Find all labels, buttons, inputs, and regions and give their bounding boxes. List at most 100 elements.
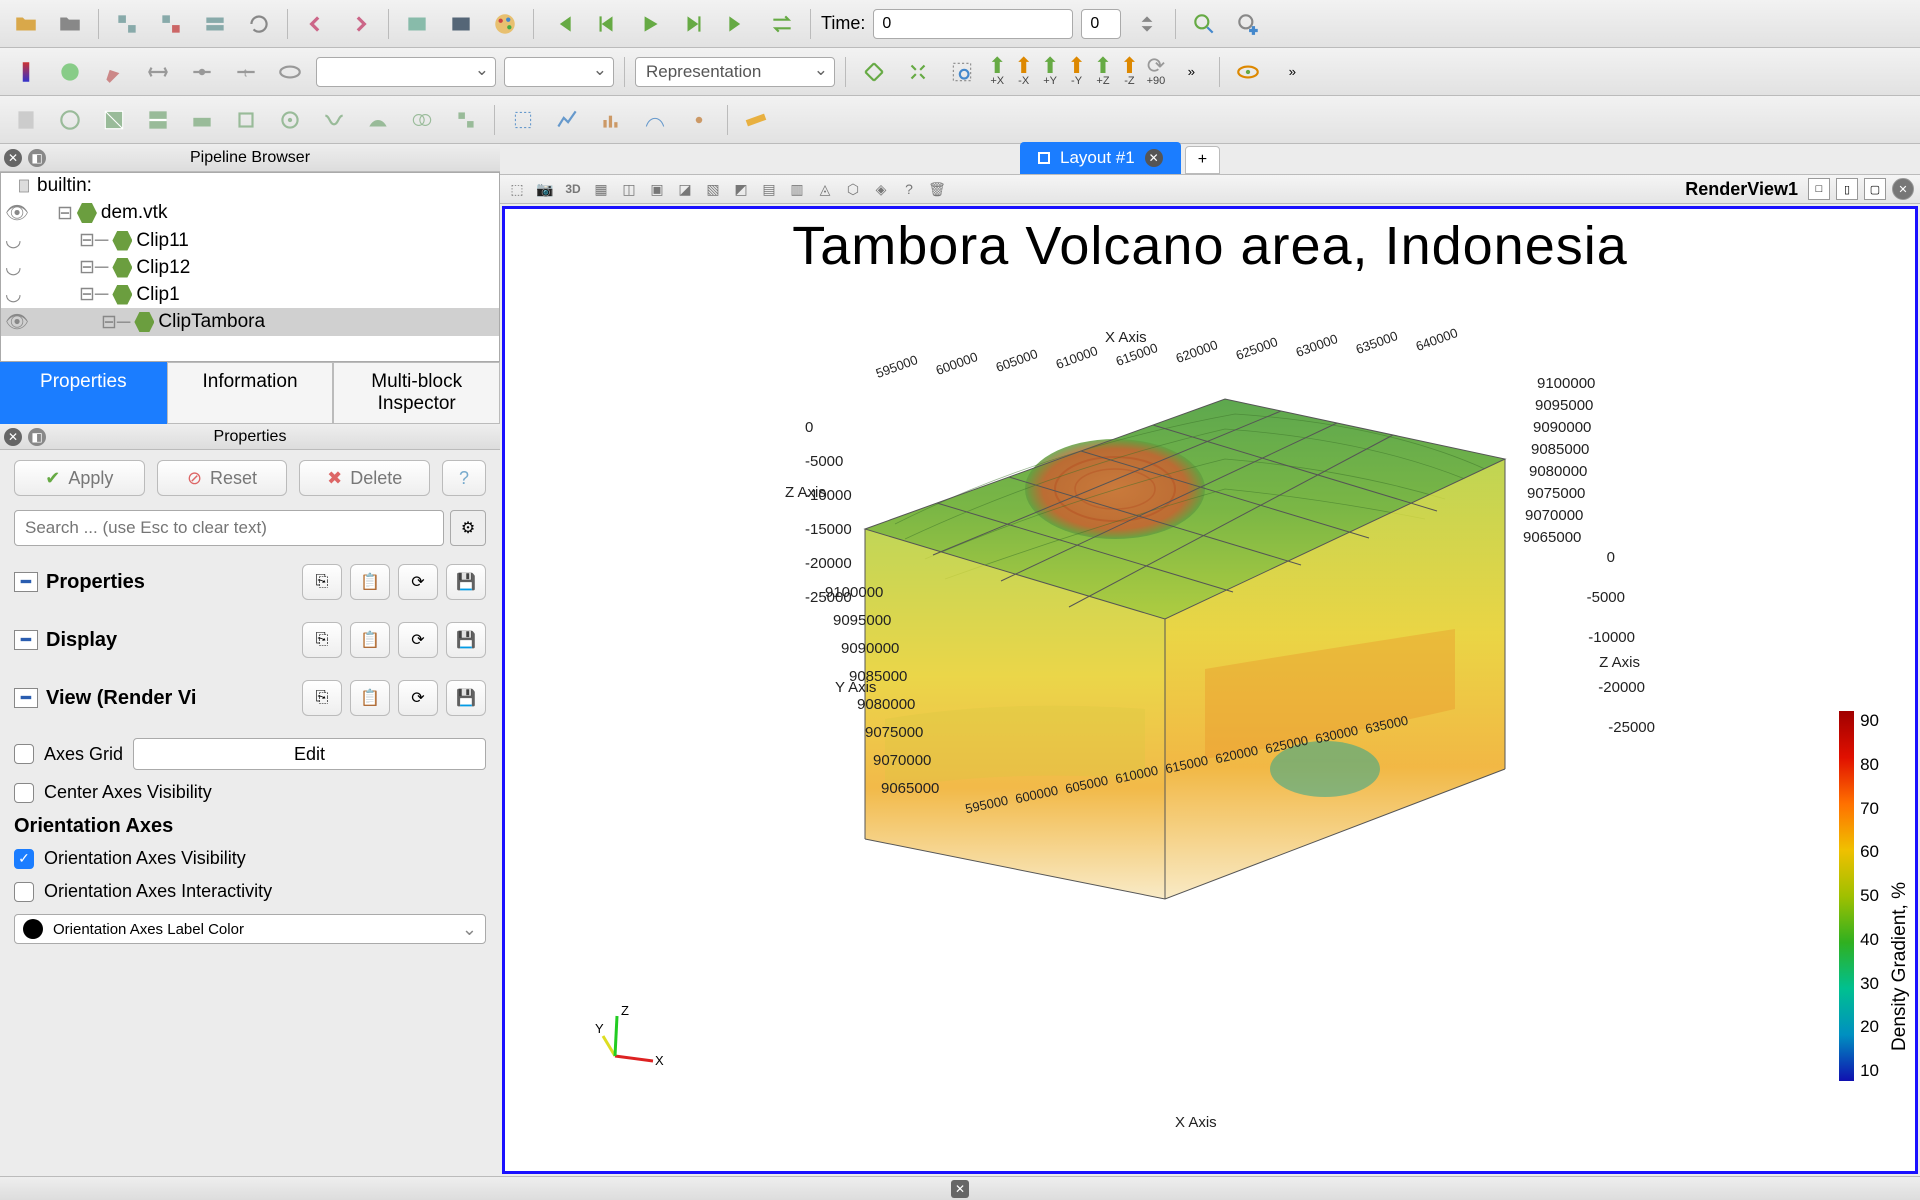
vt-sel3-icon[interactable]: ◪ — [674, 178, 696, 200]
apply-button[interactable]: ✔Apply — [14, 460, 145, 496]
reset-props-icon[interactable]: ⟳ — [398, 564, 438, 600]
time-stepper-icon[interactable] — [1129, 6, 1165, 42]
save-view-icon[interactable]: 💾 — [446, 680, 486, 716]
group-filter-icon[interactable] — [404, 102, 440, 138]
add-layout-button[interactable]: + — [1185, 146, 1220, 174]
view-minus-y-icon[interactable]: ⬆-Y — [1067, 57, 1085, 87]
properties-search-input[interactable] — [14, 510, 444, 546]
pipeline-root[interactable]: builtin: — [1, 173, 499, 199]
connect-icon[interactable] — [109, 6, 145, 42]
rescale-custom-icon[interactable] — [184, 54, 220, 90]
detach-props-icon[interactable]: ◧ — [28, 428, 46, 446]
vt-sel10-icon[interactable]: ◈ — [870, 178, 892, 200]
reset-display-icon[interactable]: ⟳ — [398, 622, 438, 658]
vt-trash-icon[interactable]: 🗑 — [926, 178, 948, 200]
threshold-filter-icon[interactable] — [184, 102, 220, 138]
component-combo[interactable] — [504, 57, 614, 87]
view-plus-x-icon[interactable]: ⬆+X — [988, 57, 1006, 87]
center-axes-checkbox[interactable] — [14, 783, 34, 803]
axes-grid-edit-button[interactable]: Edit — [133, 738, 486, 770]
clip-filter-icon[interactable] — [96, 102, 132, 138]
scalar-bar-icon[interactable] — [52, 54, 88, 90]
zoom-box-icon[interactable] — [944, 54, 980, 90]
disconnect-icon[interactable] — [153, 6, 189, 42]
vt-pick-icon[interactable]: ⬚ — [506, 178, 528, 200]
visibility-eye-icon[interactable]: ◡ — [5, 283, 27, 306]
view-minus-z-icon[interactable]: ⬆-Z — [1120, 57, 1138, 87]
vt-sel2-icon[interactable]: ▣ — [646, 178, 668, 200]
paste-props-icon[interactable]: 📋 — [350, 564, 390, 600]
time-value-field[interactable]: 0 — [873, 9, 1073, 39]
server-icon[interactable] — [197, 6, 233, 42]
more-tools-icon[interactable]: » — [1274, 54, 1310, 90]
reset-view-icon[interactable]: ⟳ — [398, 680, 438, 716]
ruler-icon[interactable] — [738, 102, 774, 138]
color-array-combo[interactable] — [316, 57, 496, 87]
vt-camera-icon[interactable]: 📷 — [534, 178, 556, 200]
vt-3d-icon[interactable]: 3D — [562, 178, 584, 200]
selection-icon[interactable] — [505, 102, 541, 138]
save-icon[interactable] — [52, 6, 88, 42]
split-h-icon[interactable]: □ — [1808, 178, 1830, 200]
last-frame-icon[interactable] — [720, 6, 756, 42]
time-index-field[interactable]: 0 — [1081, 9, 1121, 39]
vt-sel4-icon[interactable]: ▧ — [702, 178, 724, 200]
export-scene-icon[interactable] — [399, 6, 435, 42]
orientation-label-color[interactable]: Orientation Axes Label Color ⌄ — [14, 914, 486, 944]
close-props-icon[interactable]: ✕ — [4, 428, 22, 446]
redo-icon[interactable] — [342, 6, 378, 42]
vt-sel11-icon[interactable]: ? — [898, 178, 920, 200]
color-legend-icon[interactable] — [8, 54, 44, 90]
probe-icon[interactable] — [681, 102, 717, 138]
pipeline-item[interactable]: ◡ ⊟─ Clip12 — [1, 254, 499, 281]
representation-combo[interactable]: Representation — [635, 57, 835, 87]
vt-sel8-icon[interactable]: ◬ — [814, 178, 836, 200]
section-display-toggle[interactable]: ━ — [14, 630, 38, 650]
first-frame-icon[interactable] — [544, 6, 580, 42]
more-view-icon[interactable]: » — [1173, 54, 1209, 90]
histogram-icon[interactable] — [593, 102, 629, 138]
stream-filter-icon[interactable] — [316, 102, 352, 138]
loop-icon[interactable] — [764, 6, 800, 42]
vt-sel9-icon[interactable]: ⬡ — [842, 178, 864, 200]
orientation-visibility-checkbox[interactable]: ✓ — [14, 849, 34, 869]
paste-display-icon[interactable]: 📋 — [350, 622, 390, 658]
undo-icon[interactable] — [298, 6, 334, 42]
help-button[interactable]: ? — [442, 460, 486, 496]
vt-grid-icon[interactable]: ▦ — [590, 178, 612, 200]
close-panel-icon[interactable]: ✕ — [4, 149, 22, 167]
plot-over-line-icon[interactable] — [549, 102, 585, 138]
warp-filter-icon[interactable] — [360, 102, 396, 138]
pipeline-item[interactable]: ◡ ⊟─ Clip11 — [1, 227, 499, 254]
reset-camera-icon[interactable] — [856, 54, 892, 90]
rescale-time-icon[interactable]: t — [228, 54, 264, 90]
calculator-filter-icon[interactable] — [8, 102, 44, 138]
close-view-icon[interactable]: ✕ — [1892, 178, 1914, 200]
play-icon[interactable] — [632, 6, 668, 42]
extract-filter-icon[interactable] — [228, 102, 264, 138]
orientation-axes-widget[interactable]: X Y Z — [585, 1001, 665, 1081]
rescale-range-icon[interactable] — [140, 54, 176, 90]
render-view[interactable]: Tambora Volcano area, Indonesia — [502, 206, 1918, 1174]
pipeline-browser[interactable]: builtin: 👁 ⊟ dem.vtk◡ ⊟─ Clip11◡ ⊟─ Clip… — [0, 172, 500, 362]
palette-icon[interactable] — [487, 6, 523, 42]
copy-display-icon[interactable]: ⎘ — [302, 622, 342, 658]
maximize-view-icon[interactable]: ▢ — [1864, 178, 1886, 200]
find-data-icon[interactable] — [1186, 6, 1222, 42]
orientation-interactivity-checkbox[interactable] — [14, 882, 34, 902]
section-properties-toggle[interactable]: ━ — [14, 572, 38, 592]
view-minus-x-icon[interactable]: ⬆-X — [1014, 57, 1032, 87]
vt-sel7-icon[interactable]: ▥ — [786, 178, 808, 200]
pipeline-item[interactable]: 👁 ⊟─ ClipTambora — [1, 308, 499, 336]
vt-sel1-icon[interactable]: ◫ — [618, 178, 640, 200]
pipeline-item[interactable]: ◡ ⊟─ Clip1 — [1, 281, 499, 308]
layout-tab-1[interactable]: Layout #1 ✕ — [1020, 142, 1181, 174]
contour-filter-icon[interactable] — [52, 102, 88, 138]
zoom-to-data-icon[interactable] — [900, 54, 936, 90]
delete-button[interactable]: ✖Delete — [299, 460, 430, 496]
reset-button[interactable]: ⊘Reset — [157, 460, 288, 496]
vt-sel5-icon[interactable]: ◩ — [730, 178, 752, 200]
visibility-eye-icon[interactable]: ◡ — [5, 256, 27, 279]
open-folder-icon[interactable] — [8, 6, 44, 42]
tab-properties[interactable]: Properties — [0, 362, 167, 424]
